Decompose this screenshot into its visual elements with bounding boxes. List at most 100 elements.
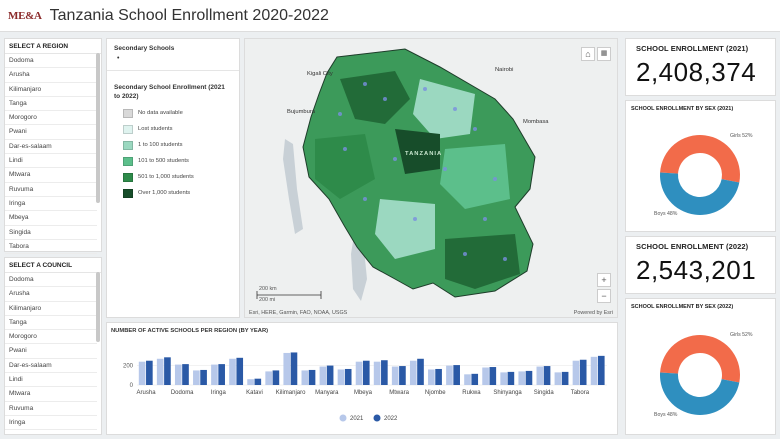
donut-2021-girls-label: Girls 52% — [730, 133, 753, 139]
map-legend: Secondary Schools • Secondary School Enr… — [106, 38, 240, 318]
region-list-item[interactable]: Ruvuma — [5, 183, 97, 197]
x-tick-label: Rukwa — [462, 390, 481, 396]
bar-2022 — [236, 357, 244, 385]
bar-2022 — [417, 358, 424, 385]
bar-2022 — [489, 367, 497, 385]
legend-item: 101 to 500 students — [107, 153, 239, 169]
region-list-item[interactable]: Arusha — [5, 68, 97, 83]
x-tick-label: Arusha — [137, 390, 157, 396]
chart-legend-label: 2022 — [384, 416, 398, 422]
bar-2022 — [435, 368, 442, 385]
region-list-item[interactable]: Singida — [5, 226, 97, 240]
region-list-item[interactable]: Mtwara — [5, 168, 97, 183]
app-header: ME&A Tanzania School Enrollment 2020-202… — [0, 0, 780, 32]
region-list-item[interactable]: Mbeya — [5, 211, 97, 226]
bar-2022 — [344, 368, 352, 385]
bar-2021 — [211, 364, 218, 385]
x-tick-label: Shinyanga — [493, 390, 522, 396]
donut-2022-title: SCHOOL ENROLLMENT BY SEX (2022) — [631, 304, 734, 310]
qr-code-icon[interactable]: ▦ — [597, 47, 611, 61]
legend-heading: Secondary School Enrollment (2021 to 202… — [107, 70, 239, 105]
bar-2021 — [428, 369, 435, 385]
chart-legend-label: 2021 — [350, 416, 364, 422]
legend-marker-2022 — [373, 414, 381, 422]
legend-item: No data available — [107, 105, 239, 121]
region-selector-title: SELECT A REGION — [5, 39, 101, 54]
council-list-item[interactable]: Pwani — [5, 344, 97, 359]
bar-2021 — [482, 367, 489, 385]
region-list-item[interactable]: Kilimanjaro — [5, 83, 97, 97]
council-list-item[interactable]: Mtwara — [5, 387, 97, 402]
legend-swatch — [123, 156, 133, 166]
kpi-2021-title: SCHOOL ENROLLMENT (2021) — [636, 44, 749, 53]
bar-2021 — [409, 360, 417, 385]
council-list-item[interactable]: Tanga — [5, 316, 97, 331]
map-powered-by[interactable]: Powered by Esri — [574, 310, 613, 316]
bar-2022 — [182, 364, 189, 385]
bar-2022 — [146, 360, 153, 385]
map-canvas[interactable] — [245, 39, 618, 318]
legend-label: Lost students — [138, 126, 173, 132]
bar-2021 — [446, 365, 453, 385]
legend-item: 501 to 1,000 students — [107, 169, 239, 185]
council-list-item[interactable]: Arusha — [5, 287, 97, 302]
map-label-mombasa: Mombasa — [523, 119, 549, 125]
x-tick-label: Mbeya — [354, 390, 373, 396]
map-label-nairobi: Nairobi — [495, 67, 514, 73]
schools-chart-panel: NUMBER OF ACTIVE SCHOOLS PER REGION (BY … — [106, 322, 618, 435]
legend-items: No data available Lost students 1 to 100 s… — [107, 105, 239, 201]
council-list-item[interactable]: Iringa — [5, 416, 97, 431]
bar-2021 — [500, 372, 507, 385]
home-icon[interactable]: ⌂ — [581, 47, 595, 61]
bar-2021 — [572, 360, 580, 385]
bar-2021 — [536, 366, 544, 385]
kpi-2021-value: 2,408,374 — [636, 57, 757, 87]
bar-2022 — [164, 357, 171, 385]
council-list: Dodoma Arusha Kilimanjaro Tanga Morogoro Pwan… — [5, 273, 101, 431]
region-list-item[interactable]: Dar-es-salaam — [5, 140, 97, 155]
region-list-item[interactable]: Iringa — [5, 197, 97, 212]
legend-label: No data available — [138, 110, 183, 116]
region-list-scrollbar[interactable] — [96, 53, 100, 203]
x-tick-label: Katavi — [246, 390, 263, 396]
bar-2022 — [362, 360, 370, 385]
bar-2022 — [597, 355, 605, 385]
zoom-out-button[interactable]: − — [597, 289, 611, 303]
legend-item: Lost students — [107, 121, 239, 137]
legend-swatch — [123, 108, 133, 118]
council-list-item[interactable]: Kilimanjaro — [5, 302, 97, 316]
bar-2021 — [301, 370, 309, 385]
map-attribution[interactable]: Esri, HERE, Garmin, FAO, NOAA, USGS — [249, 310, 347, 316]
x-tick-label: Singida — [534, 390, 555, 396]
brand-logo: ME&A — [8, 9, 42, 22]
council-list-item[interactable]: Ruvuma — [5, 402, 97, 416]
council-selector: SELECT A COUNCIL Dodoma Arusha Kilimanjaro… — [4, 257, 102, 435]
council-list-item[interactable]: Lindi — [5, 373, 97, 388]
bar-2022 — [525, 370, 533, 385]
region-list-item[interactable]: Tanga — [5, 97, 97, 112]
legend-swatch — [123, 172, 133, 182]
region-list-item[interactable]: Tabora — [5, 240, 97, 255]
kpi-2022-title: SCHOOL ENROLLMENT (2022) — [636, 242, 749, 251]
map-label-tanzania: TANZANIA — [405, 151, 443, 157]
council-list-item[interactable]: Dodoma — [5, 273, 97, 288]
bar-2021 — [518, 371, 526, 385]
legend-label: 1 to 100 students — [138, 142, 183, 148]
map-view[interactable]: Kigali City Bujumbura Mombasa Nairobi TA… — [244, 38, 618, 318]
region-list-item[interactable]: Dodoma — [5, 54, 97, 69]
bar-2021 — [193, 370, 200, 385]
legend-swatch — [123, 140, 133, 150]
bar-2021 — [229, 358, 236, 385]
council-list-scrollbar[interactable] — [96, 272, 100, 342]
kpi-2022-value: 2,543,201 — [636, 255, 757, 285]
region-list-item[interactable]: Morogoro — [5, 111, 97, 126]
bar-2022 — [272, 370, 280, 385]
council-list-item[interactable]: Morogoro — [5, 330, 97, 345]
council-list-item[interactable]: Dar-es-salaam — [5, 359, 97, 374]
kpi-card-2022: SCHOOL ENROLLMENT (2022) 2,543,201 — [625, 236, 776, 294]
region-list-item[interactable]: Lindi — [5, 154, 97, 169]
zoom-in-button[interactable]: + — [597, 273, 611, 287]
bar-2022 — [254, 378, 262, 385]
donut-2021-title: SCHOOL ENROLLMENT BY SEX (2021) — [631, 106, 734, 112]
region-list-item[interactable]: Pwani — [5, 125, 97, 140]
